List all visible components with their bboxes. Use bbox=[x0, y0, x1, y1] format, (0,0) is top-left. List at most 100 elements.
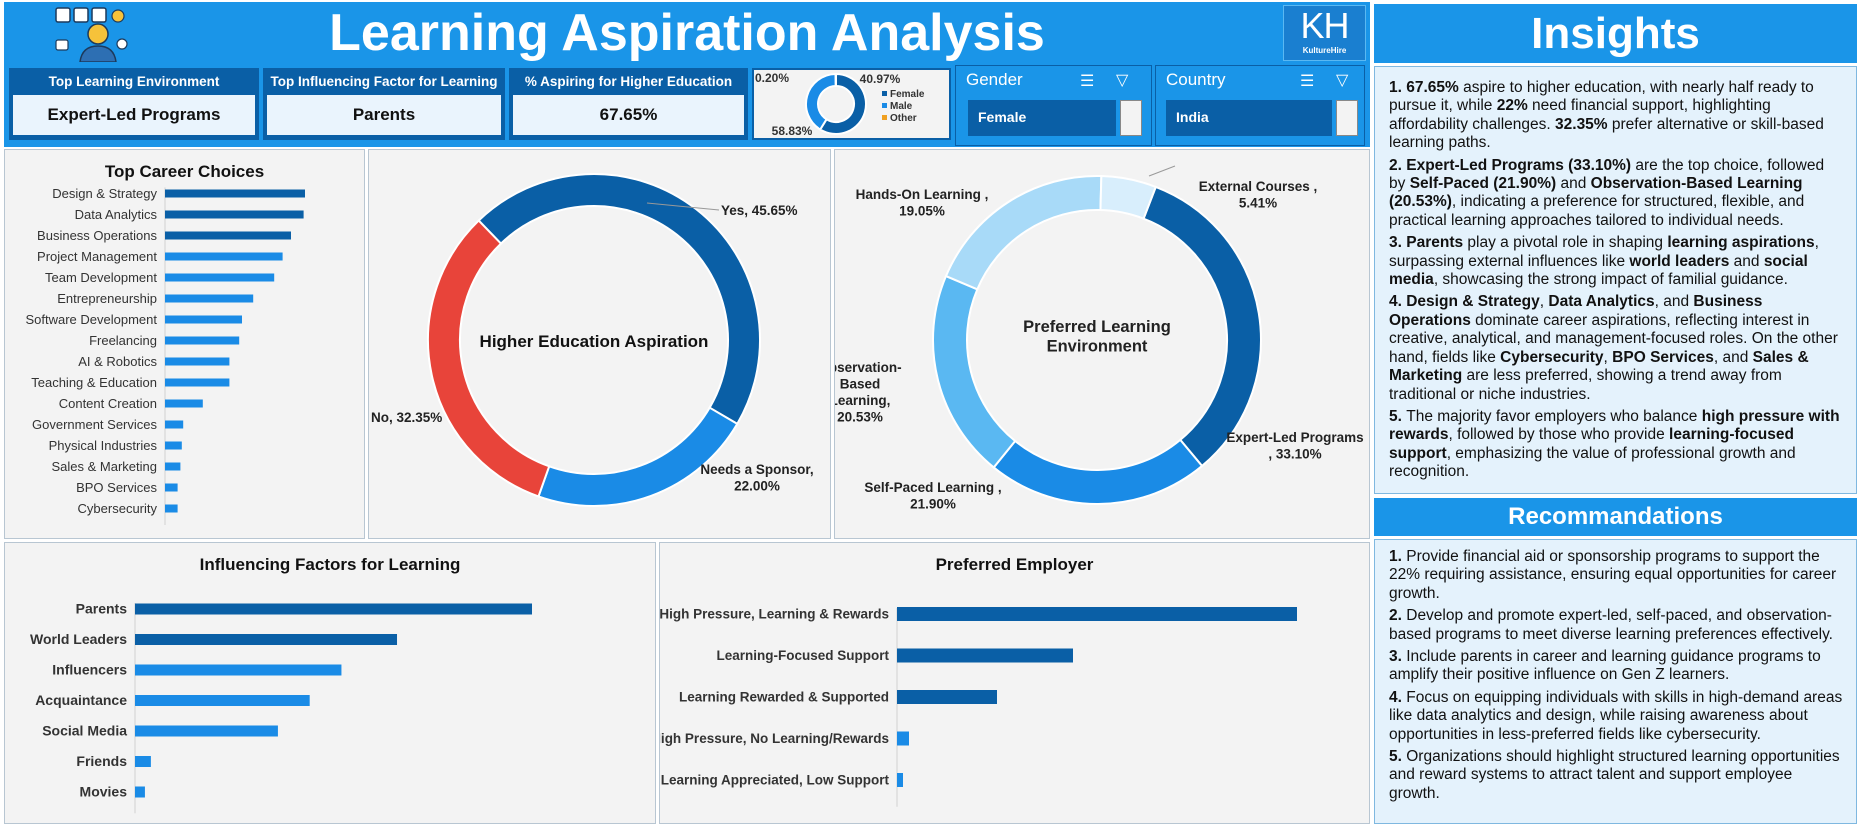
data-label: Needs a Sponsor, 22.00% bbox=[700, 462, 813, 494]
category-label: High Pressure, Learning & Rewards bbox=[660, 607, 889, 622]
leader-line bbox=[1148, 165, 1176, 177]
higher-ed-slice bbox=[537, 406, 739, 507]
data-label: Expert-Led Programs, 33.10% bbox=[1226, 430, 1363, 462]
kulturehire-logo: KH KultureHire bbox=[1283, 5, 1366, 61]
insights-header: Insights bbox=[1374, 4, 1857, 63]
legend-entry: Other bbox=[890, 113, 917, 124]
bar bbox=[897, 690, 997, 704]
data-label: Self-Paced Learning , 21.90% bbox=[864, 480, 1001, 512]
category-label: Parents bbox=[76, 601, 128, 617]
influence-panel: Influencing Factors for Learning Parents… bbox=[4, 542, 656, 824]
category-label: Physical Industries bbox=[49, 438, 158, 453]
category-label: Learning Appreciated, Low Support bbox=[661, 773, 890, 788]
category-label: Freelancing bbox=[89, 333, 157, 348]
data-label: Yes, 45.65% bbox=[721, 203, 798, 218]
bar bbox=[165, 231, 291, 240]
multi-select-icon[interactable]: ☰ bbox=[1300, 71, 1314, 91]
category-label: Influencers bbox=[52, 662, 127, 678]
bar bbox=[165, 315, 242, 324]
chart-title: Higher Education Aspiration bbox=[480, 332, 709, 351]
higher-ed-panel: Higher Education Aspiration Yes, 45.65% Ne… bbox=[368, 149, 831, 539]
category-label: Content Creation bbox=[59, 396, 157, 411]
bar bbox=[135, 725, 278, 737]
insight-item: 2. Expert-Led Programs (33.10%) are the … bbox=[1389, 156, 1825, 229]
gender-mini-chart: 58.83% 40.97% 0.20% Female Male Other bbox=[752, 68, 951, 140]
data-label: 58.83% bbox=[772, 124, 813, 138]
bar bbox=[897, 648, 1073, 663]
slicer-item-blank[interactable] bbox=[1336, 100, 1358, 136]
career-title: Top Career Choices bbox=[104, 162, 265, 181]
gender-slicer-header: Gender ☰ ▽ bbox=[966, 70, 1129, 91]
recommendation-item: 1. Provide financial aid or sponsorship … bbox=[1389, 548, 1837, 602]
career-panel: Top Career Choices Design & Strategy Data… bbox=[4, 149, 365, 539]
category-label: Acquaintance bbox=[35, 692, 127, 708]
recommendation-item: 5. Organizations should highlight struct… bbox=[1389, 748, 1840, 802]
legend-swatch bbox=[882, 103, 887, 108]
category-label: Business Operations bbox=[37, 228, 157, 243]
category-label: Team Development bbox=[45, 270, 157, 285]
category-label: World Leaders bbox=[30, 631, 127, 647]
legend-entry: Female bbox=[890, 89, 925, 100]
category-label: Teaching & Education bbox=[31, 375, 157, 390]
bar bbox=[165, 252, 283, 261]
data-label: Hands-On Learning , 19.05% bbox=[856, 187, 989, 219]
insights-body: 1. 67.65% aspire to higher education, wi… bbox=[1374, 66, 1857, 494]
multi-select-icon[interactable]: ☰ bbox=[1080, 71, 1094, 91]
bar bbox=[165, 336, 240, 345]
kpi-value: 67.65% bbox=[513, 95, 744, 135]
insight-item: 3. Parents play a pivotal role in shapin… bbox=[1389, 234, 1819, 289]
category-label: Entrepreneurship bbox=[57, 291, 157, 306]
category-label: Project Management bbox=[37, 249, 157, 264]
header-bar: Learning Aspiration Analysis KH KultureH… bbox=[4, 2, 1370, 64]
higher-ed-slice bbox=[477, 173, 761, 426]
category-label: Design & Strategy bbox=[52, 186, 157, 201]
gender-slicer[interactable]: Gender ☰ ▽ Female bbox=[955, 65, 1152, 146]
clear-filter-icon[interactable]: ▽ bbox=[1116, 70, 1128, 90]
higher-ed-slice bbox=[427, 219, 551, 498]
kpi-label: Top Influencing Factor for Learning bbox=[270, 74, 498, 89]
kpi-top-factor: Top Influencing Factor for Learning Pare… bbox=[263, 68, 505, 140]
recommendations-header: Recommandations bbox=[1374, 498, 1857, 536]
recommendation-item: 2. Develop and promote expert-led, self-… bbox=[1389, 607, 1833, 643]
bar bbox=[135, 664, 342, 676]
kpi-label: % Aspiring for Higher Education bbox=[524, 74, 733, 89]
bar bbox=[135, 634, 398, 645]
bar bbox=[165, 483, 178, 492]
category-label: AI & Robotics bbox=[78, 354, 157, 369]
insight-item: 5. The majority favor employers who bala… bbox=[1389, 407, 1840, 481]
bar bbox=[165, 189, 305, 198]
category-label: Social Media bbox=[42, 723, 127, 739]
bar bbox=[135, 603, 532, 615]
kpi-top-environment: Top Learning Environment Expert-Led Prog… bbox=[9, 68, 259, 140]
country-slicer[interactable]: Country ☰ ▽ India bbox=[1155, 65, 1365, 146]
data-label: Observation-BasedLearning,20.53% bbox=[835, 360, 902, 425]
category-label: Data Analytics bbox=[75, 207, 158, 222]
bar bbox=[165, 357, 230, 366]
category-label: Cybersecurity bbox=[78, 501, 158, 516]
bar bbox=[135, 786, 145, 798]
bar bbox=[165, 399, 203, 408]
category-label: High Pressure, No Learning/Rewards bbox=[660, 731, 889, 746]
bar bbox=[135, 695, 310, 706]
bar bbox=[897, 773, 903, 787]
slicer-item-india[interactable]: India bbox=[1166, 100, 1332, 136]
slicer-item-blank[interactable] bbox=[1120, 100, 1142, 136]
legend-entry: Male bbox=[890, 101, 913, 112]
page-title: Learning Aspiration Analysis bbox=[329, 4, 1045, 62]
category-label: Friends bbox=[76, 753, 127, 769]
data-label: 0.20% bbox=[755, 71, 789, 85]
bar bbox=[165, 462, 181, 471]
category-label: Software Development bbox=[25, 312, 157, 327]
bar bbox=[165, 420, 184, 429]
category-label: Movies bbox=[80, 784, 128, 800]
clear-filter-icon[interactable]: ▽ bbox=[1336, 70, 1348, 90]
bar bbox=[165, 504, 178, 513]
bar bbox=[165, 294, 254, 303]
category-label: Government Services bbox=[32, 417, 157, 432]
slicer-item-female[interactable]: Female bbox=[968, 100, 1116, 136]
bar bbox=[165, 378, 230, 387]
category-label: Sales & Marketing bbox=[52, 459, 158, 474]
category-label: BPO Services bbox=[76, 480, 157, 495]
bar bbox=[165, 273, 275, 282]
bar bbox=[165, 441, 182, 450]
